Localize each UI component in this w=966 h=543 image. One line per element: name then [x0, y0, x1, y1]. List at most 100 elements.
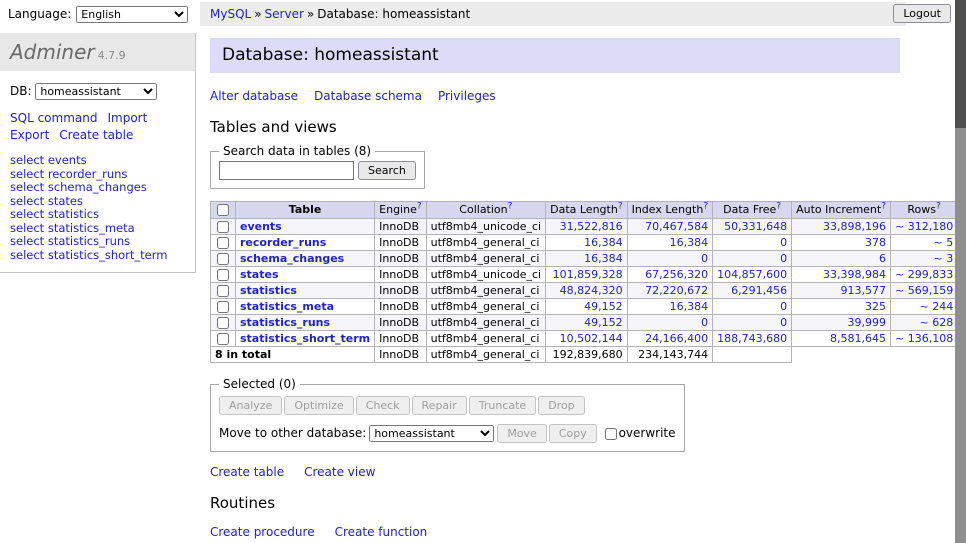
rows-link[interactable]: ~ 136,108 — [895, 332, 953, 345]
create-view-link[interactable]: Create view — [304, 465, 375, 479]
rows-link[interactable]: ~ 3 — [933, 252, 953, 265]
create-table-link[interactable]: Create table — [210, 465, 284, 479]
data-free-link[interactable]: 50,331,648 — [724, 220, 787, 233]
index-length-link[interactable]: 0 — [701, 252, 708, 265]
create-procedure-link[interactable]: Create procedure — [210, 525, 315, 539]
table-name-link[interactable]: events — [240, 220, 282, 233]
breadcrumb-link-mysql[interactable]: MySQL — [210, 7, 251, 21]
sidebar-table-link[interactable]: select events — [10, 154, 185, 168]
rows-link[interactable]: ~ 244 — [919, 300, 953, 313]
analyze-button[interactable]: Analyze — [219, 396, 282, 415]
logout-button[interactable]: Logout — [893, 4, 951, 23]
repair-button[interactable]: Repair — [412, 396, 467, 415]
help-link[interactable]: ? — [417, 201, 422, 211]
data-free-link[interactable]: 6,291,456 — [731, 284, 787, 297]
db-select[interactable]: homeassistant — [35, 83, 157, 100]
help-link[interactable]: ? — [618, 201, 623, 211]
table-name-link[interactable]: statistics — [240, 284, 297, 297]
data-free-link[interactable]: 0 — [780, 316, 787, 329]
check-button[interactable]: Check — [356, 396, 410, 415]
data-free-link[interactable]: 0 — [780, 252, 787, 265]
index-length-link[interactable]: 16,384 — [670, 300, 709, 313]
table-name-link[interactable]: statistics_meta — [240, 300, 334, 313]
copy-button[interactable]: Copy — [549, 424, 597, 443]
sidebar-table-link[interactable]: select statistics_short_term — [10, 249, 185, 263]
index-length-link[interactable]: 70,467,584 — [645, 220, 708, 233]
data-length-link[interactable]: 16,384 — [584, 252, 623, 265]
data-free-link[interactable]: 0 — [780, 236, 787, 249]
data-length-link[interactable]: 48,824,320 — [560, 284, 623, 297]
rows-link[interactable]: ~ 299,833 — [895, 268, 953, 281]
sidebar-link-export[interactable]: Export — [10, 128, 49, 142]
sidebar-table-link[interactable]: select states — [10, 195, 185, 209]
data-length-link[interactable]: 49,152 — [584, 316, 623, 329]
row-checkbox[interactable] — [217, 221, 229, 233]
overwrite-checkbox[interactable] — [605, 428, 617, 440]
truncate-button[interactable]: Truncate — [469, 396, 536, 415]
move-database-select[interactable]: homeassistant — [369, 425, 494, 442]
database-schema-link[interactable]: Database schema — [314, 89, 422, 103]
drop-button[interactable]: Drop — [538, 396, 584, 415]
create-function-link[interactable]: Create function — [335, 525, 428, 539]
breadcrumb-link-server[interactable]: Server — [265, 7, 304, 21]
rows-link[interactable]: ~ 5 — [933, 236, 953, 249]
index-length-link[interactable]: 72,220,672 — [645, 284, 708, 297]
row-checkbox[interactable] — [217, 237, 229, 249]
data-length-link[interactable]: 31,522,816 — [560, 220, 623, 233]
help-link[interactable]: ? — [776, 201, 781, 211]
auto-increment-link[interactable]: 325 — [865, 300, 886, 313]
index-length-link[interactable]: 24,166,400 — [645, 332, 708, 345]
scrollbar-thumb[interactable] — [955, 0, 966, 128]
index-length-link[interactable]: 16,384 — [670, 236, 709, 249]
help-link[interactable]: ? — [508, 201, 513, 211]
auto-increment-link[interactable]: 33,898,196 — [823, 220, 886, 233]
rows-link[interactable]: ~ 312,180 — [895, 220, 953, 233]
auto-increment-link[interactable]: 8,581,645 — [830, 332, 886, 345]
table-name-link[interactable]: statistics_runs — [240, 316, 330, 329]
auto-increment-link[interactable]: 6 — [879, 252, 886, 265]
sidebar-table-link[interactable]: select statistics — [10, 208, 185, 222]
table-name-link[interactable]: statistics_short_term — [240, 332, 370, 345]
rows-link[interactable]: ~ 628 — [919, 316, 953, 329]
row-checkbox[interactable] — [217, 285, 229, 297]
select-all-checkbox[interactable] — [217, 204, 229, 216]
alter-database-link[interactable]: Alter database — [210, 89, 298, 103]
table-name-link[interactable]: states — [240, 268, 279, 281]
sidebar-table-link[interactable]: select statistics_meta — [10, 222, 185, 236]
row-checkbox[interactable] — [217, 333, 229, 345]
row-checkbox[interactable] — [217, 301, 229, 313]
row-checkbox[interactable] — [217, 317, 229, 329]
search-input[interactable] — [219, 161, 354, 180]
vertical-scrollbar[interactable] — [955, 0, 966, 543]
auto-increment-link[interactable]: 33,398,984 — [823, 268, 886, 281]
auto-increment-link[interactable]: 39,999 — [848, 316, 887, 329]
data-length-link[interactable]: 16,384 — [584, 236, 623, 249]
sidebar-table-link[interactable]: select statistics_runs — [10, 235, 185, 249]
help-link[interactable]: ? — [703, 201, 708, 211]
help-link[interactable]: ? — [881, 201, 886, 211]
language-select[interactable]: English — [76, 6, 188, 23]
data-length-link[interactable]: 10,502,144 — [560, 332, 623, 345]
data-length-link[interactable]: 49,152 — [584, 300, 623, 313]
auto-increment-link[interactable]: 913,577 — [841, 284, 887, 297]
index-length-link[interactable]: 0 — [701, 316, 708, 329]
row-checkbox[interactable] — [217, 269, 229, 281]
data-free-link[interactable]: 104,857,600 — [717, 268, 787, 281]
rows-link[interactable]: ~ 569,159 — [895, 284, 953, 297]
data-free-link[interactable]: 0 — [780, 300, 787, 313]
help-link[interactable]: ? — [936, 201, 941, 211]
data-free-link[interactable]: 188,743,680 — [717, 332, 787, 345]
table-name-link[interactable]: recorder_runs — [240, 236, 326, 249]
sidebar-link-create-table[interactable]: Create table — [59, 128, 133, 142]
sidebar-link-sql-command[interactable]: SQL command — [10, 111, 97, 125]
sidebar-link-import[interactable]: Import — [107, 111, 147, 125]
auto-increment-link[interactable]: 378 — [865, 236, 886, 249]
sidebar-table-link[interactable]: select schema_changes — [10, 181, 185, 195]
table-name-link[interactable]: schema_changes — [240, 252, 344, 265]
optimize-button[interactable]: Optimize — [284, 396, 353, 415]
sidebar-table-link[interactable]: select recorder_runs — [10, 168, 185, 182]
privileges-link[interactable]: Privileges — [438, 89, 496, 103]
move-button[interactable]: Move — [497, 424, 547, 443]
index-length-link[interactable]: 67,256,320 — [645, 268, 708, 281]
data-length-link[interactable]: 101,859,328 — [553, 268, 623, 281]
